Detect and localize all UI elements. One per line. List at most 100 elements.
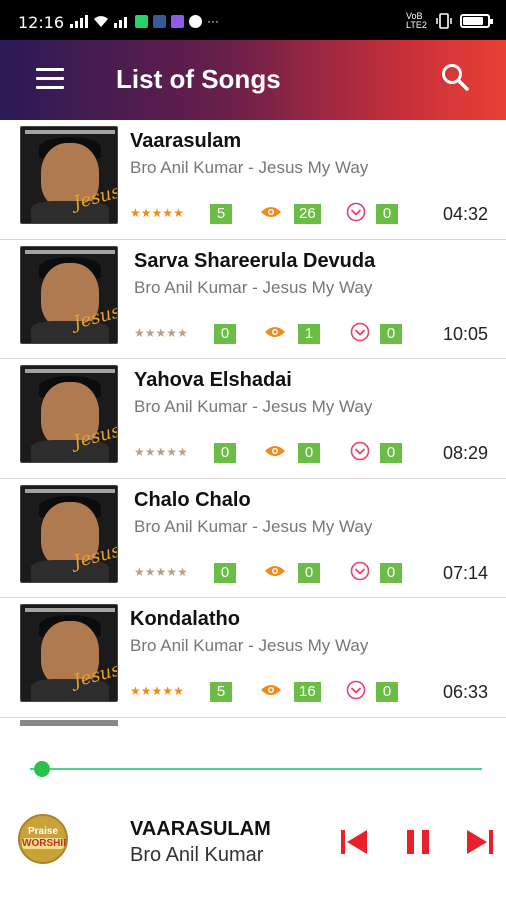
rating-stars[interactable]: ★★★★★ [130,684,184,698]
battery-icon [460,14,493,28]
likes-count-badge: 0 [376,204,398,224]
notification-icons: ··· [70,14,219,28]
status-time: 12:16 [18,13,65,32]
star-icon: ★ [140,206,152,220]
rating-count-badge: 5 [210,204,232,224]
likes-count-badge: 0 [380,323,402,344]
star-icon: ★ [155,564,167,579]
song-title: Chalo Chalo [134,488,251,511]
status-bar: 12:16 ··· VoB LTE2 [0,0,506,40]
eye-icon [261,207,281,217]
heart-icon[interactable] [350,441,370,461]
star-icon: ★ [155,445,167,459]
progress-track[interactable] [30,768,482,770]
star-icon: ★ [130,206,141,220]
star-icon: ★ [177,445,188,459]
next-song-thumbnail-partial [20,720,118,726]
now-playing-logo: Praise WORSHIP [18,814,68,864]
skip-previous-icon[interactable] [338,826,370,858]
whatsapp-icon [135,14,148,28]
page-title: List of Songs [116,64,281,94]
song-duration: 10:05 [442,323,488,344]
song-thumbnail: Jesus [20,126,118,224]
song-row[interactable]: Jesus Sarva Shareerula Devuda Bro Anil K… [0,240,506,359]
rating-count-badge: 0 [214,443,236,463]
heart-icon[interactable] [350,322,370,342]
network-type-text: VoB LTE2 [406,11,427,30]
rating-stars[interactable]: ★★★★★ [134,565,188,579]
song-artist: Bro Anil Kumar - Jesus My Way [134,397,373,416]
star-icon: ★ [134,445,145,459]
star-icon: ★ [162,684,174,698]
song-row[interactable]: Jesus Vaarasulam Bro Anil Kumar - Jesus … [0,120,506,240]
likes-count-badge: 0 [376,682,398,702]
star-icon: ★ [173,684,184,698]
song-title: Kondalatho [130,608,240,630]
skip-next-icon[interactable] [464,826,496,858]
song-artist: Bro Anil Kumar - Jesus My Way [134,516,373,536]
star-icon: ★ [177,325,188,340]
star-icon: ★ [144,445,156,459]
star-icon: ★ [162,206,174,220]
search-icon[interactable] [440,62,470,92]
signal-icon-2 [114,16,127,28]
logo-text-top: Praise [27,826,59,837]
rating-stars[interactable]: ★★★★★ [134,326,188,340]
rating-count-badge: 5 [210,682,232,702]
likes-count-badge: 0 [380,443,402,463]
star-icon: ★ [144,564,156,579]
star-icon: ★ [151,206,163,220]
menu-icon[interactable] [36,68,64,90]
star-icon: ★ [134,325,145,340]
rating-stars[interactable]: ★★★★★ [134,445,188,459]
signal-icon [70,14,88,28]
song-row[interactable]: Jesus Chalo Chalo Bro Anil Kumar - Jesus… [0,479,506,598]
song-artist: Bro Anil Kumar - Jesus My Way [134,277,373,297]
views-count-badge: 16 [294,682,321,702]
heart-icon[interactable] [346,202,366,222]
song-thumbnail: Jesus [20,484,118,583]
views-count-badge: 1 [298,323,320,344]
star-icon: ★ [166,564,178,579]
now-playing-artist: Bro Anil Kumar [130,844,264,866]
star-icon: ★ [130,684,141,698]
vibrate-icon [436,13,452,29]
rating-stars[interactable]: ★★★★★ [130,206,184,220]
star-icon: ★ [134,564,145,579]
progress-knob[interactable] [34,761,51,777]
heart-icon[interactable] [350,561,370,581]
song-title: Yahova Elshadai [134,369,292,391]
eye-icon [265,446,285,456]
alert-icon [189,14,202,28]
song-artist: Bro Anil Kumar - Jesus My Way [130,636,369,655]
star-icon: ★ [151,684,163,698]
song-duration: 06:33 [442,682,488,702]
eye-icon [261,685,281,695]
wifi-icon [94,15,108,27]
song-duration: 07:14 [442,562,488,583]
star-icon: ★ [140,684,152,698]
star-icon: ★ [155,325,167,340]
star-icon: ★ [144,325,156,340]
more-notifications-icon: ··· [207,14,219,28]
heart-icon[interactable] [346,680,366,700]
app-bar: List of Songs [0,40,506,120]
system-indicators: VoB LTE2 [406,11,493,30]
song-thumbnail: Jesus [20,604,118,702]
player-bar: Praise WORSHIP VAARASULAM Bro Anil Kumar [0,728,506,900]
rating-count-badge: 0 [214,562,236,583]
star-icon: ★ [177,564,188,579]
song-title: Sarva Shareerula Devuda [134,249,376,272]
song-row[interactable]: Jesus Yahova Elshadai Bro Anil Kumar - J… [0,359,506,479]
logo-text-main: WORSHIP [22,838,68,849]
now-playing-title: VAARASULAM [130,818,271,840]
rating-count-badge: 0 [214,323,236,344]
song-thumbnail: Jesus [20,365,118,463]
views-count-badge: 0 [298,443,320,463]
song-list[interactable]: Jesus Vaarasulam Bro Anil Kumar - Jesus … [0,120,506,728]
song-row[interactable]: Jesus Kondalatho Bro Anil Kumar - Jesus … [0,598,506,718]
pause-icon[interactable] [402,826,434,858]
views-count-badge: 0 [298,562,320,583]
eye-icon [265,326,285,337]
song-duration: 08:29 [442,443,488,463]
